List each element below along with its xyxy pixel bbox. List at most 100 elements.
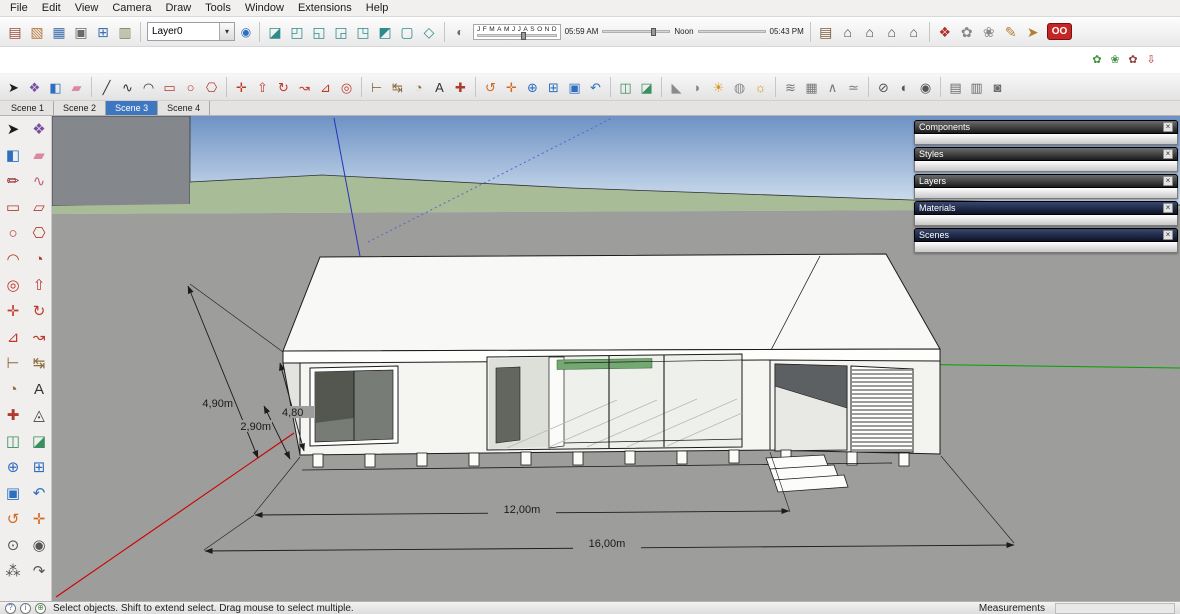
vegetation-1-icon[interactable]: ✿	[1088, 51, 1106, 69]
scale-icon[interactable]: ⊿	[315, 77, 336, 98]
date-slider[interactable]: JFMAMJJASOND	[473, 23, 561, 40]
push-pull-icon[interactable]: ⇧	[252, 77, 273, 98]
right-view-icon[interactable]: ◲	[330, 21, 352, 43]
make-component-icon[interactable]: ❖	[24, 77, 45, 98]
axes-icon[interactable]: ✚	[450, 77, 471, 98]
tray-body-scenes[interactable]	[914, 242, 1178, 253]
arc-icon[interactable]: ◠	[138, 77, 159, 98]
previous-icon[interactable]: ↶	[26, 480, 52, 506]
line-icon[interactable]: ╱	[96, 77, 117, 98]
eraser-icon[interactable]: ▰	[26, 142, 52, 168]
tray-header-scenes[interactable]: Scenes ×	[914, 228, 1178, 242]
model-viewport[interactable]: 4,90m 4,80 2,90m 12,00m 16,00m Component…	[52, 116, 1180, 601]
help-icon[interactable]: ?	[5, 602, 16, 614]
vegetation-3-icon[interactable]: ✿	[1124, 51, 1142, 69]
face-lens-icon[interactable]: ◗	[687, 77, 708, 98]
stamp-icon[interactable]: ≃	[843, 77, 864, 98]
close-icon[interactable]: ×	[1163, 203, 1173, 213]
time-slider-track-2[interactable]	[697, 30, 766, 33]
follow-me-icon[interactable]: ↝	[294, 77, 315, 98]
tape-measure-icon[interactable]: ⊢	[0, 350, 26, 376]
circle-icon[interactable]: ○	[0, 220, 26, 246]
menu-item-draw[interactable]: Draw	[158, 1, 198, 15]
rotate-icon[interactable]: ↻	[26, 298, 52, 324]
sun-icon[interactable]: ☀	[708, 77, 729, 98]
roof-face[interactable]	[282, 253, 941, 352]
menu-item-tools[interactable]: Tools	[198, 1, 238, 15]
left-view-icon[interactable]: ◩	[374, 21, 396, 43]
pie-icon[interactable]: ◔	[26, 246, 52, 272]
back-view-icon[interactable]: ◳	[352, 21, 374, 43]
dimension-icon[interactable]: ↹	[387, 77, 408, 98]
rectangle-icon[interactable]: ▭	[159, 77, 180, 98]
texture-toggle-icon[interactable]: ◉	[915, 77, 936, 98]
bottom-view-icon[interactable]: ▢	[396, 21, 418, 43]
close-icon[interactable]: ×	[1163, 122, 1173, 132]
select-icon[interactable]: ➤	[3, 77, 24, 98]
previous-icon[interactable]: ↶	[585, 77, 606, 98]
paste-icon[interactable]: ▥	[114, 21, 136, 43]
shaded-toggle-icon[interactable]: ◐	[894, 77, 915, 98]
save-icon[interactable]: ▦	[48, 21, 70, 43]
tray-body-materials[interactable]	[914, 215, 1178, 226]
front-view-icon[interactable]: ◱	[308, 21, 330, 43]
close-icon[interactable]: ×	[1163, 176, 1173, 186]
line-icon[interactable]: ✏	[0, 168, 26, 194]
position-camera-icon[interactable]: ⊙	[0, 532, 26, 558]
chevron-down-icon[interactable]: ▾	[219, 23, 234, 40]
component-house-2-icon[interactable]: ⌂	[859, 21, 881, 43]
section-plane-icon[interactable]: ◫	[0, 428, 26, 454]
smoove-icon[interactable]: ∧	[822, 77, 843, 98]
next-icon[interactable]: ↷	[26, 558, 52, 584]
open-icon[interactable]: ▧	[26, 21, 48, 43]
polygon-icon[interactable]: ⎔	[201, 77, 222, 98]
component-house-3-icon[interactable]: ⌂	[881, 21, 903, 43]
component-house-1-icon[interactable]: ⌂	[837, 21, 859, 43]
paint-bucket-icon[interactable]: ◧	[45, 77, 66, 98]
menu-item-file[interactable]: File	[3, 1, 35, 15]
eraser-icon[interactable]: ▰	[66, 77, 87, 98]
follow-me-icon[interactable]: ↝	[26, 324, 52, 350]
tray-body-layers[interactable]	[914, 188, 1178, 199]
menu-item-help[interactable]: Help	[359, 1, 396, 15]
instructor-icon[interactable]: ▤	[815, 21, 837, 43]
dimension-label-floor-height[interactable]: 2,90m	[240, 421, 271, 433]
tray-header-materials[interactable]: Materials ×	[914, 201, 1178, 215]
zoom-window-icon[interactable]: ⊞	[26, 454, 52, 480]
daylight-icon[interactable]: ☼	[750, 77, 771, 98]
rectangle-icon[interactable]: ▭	[0, 194, 26, 220]
plugin-people-icon[interactable]: ❖	[934, 21, 956, 43]
print-icon[interactable]: ▣	[70, 21, 92, 43]
zoom-extents-icon[interactable]: ▣	[0, 480, 26, 506]
section-cut-icon[interactable]: ◪	[636, 77, 657, 98]
tray-header-styles[interactable]: Styles ×	[914, 147, 1178, 161]
walk-icon[interactable]: ⁂	[0, 558, 26, 584]
scene-tab-scene-4[interactable]: Scene 4	[158, 101, 211, 115]
time-slider-thumb[interactable]	[650, 28, 656, 36]
plugin-flower-icon[interactable]: ✿	[956, 21, 978, 43]
credits-icon[interactable]: i	[20, 602, 31, 614]
protractor-icon[interactable]: ◔	[408, 77, 429, 98]
rotate-icon[interactable]: ↻	[273, 77, 294, 98]
axes-icon[interactable]: ✚	[0, 402, 26, 428]
zoom-extents-icon[interactable]: ▣	[564, 77, 585, 98]
scene-tab-scene-1[interactable]: Scene 1	[2, 101, 55, 115]
pan-icon[interactable]: ✛	[26, 506, 52, 532]
download-icon[interactable]: ⇩	[1142, 51, 1160, 69]
layer-manager-icon[interactable]: ◉	[237, 23, 255, 41]
dimension-label-wall-height[interactable]: 4,80	[282, 407, 303, 419]
zoom-icon[interactable]: ⊕	[522, 77, 543, 98]
offset-icon[interactable]: ◎	[336, 77, 357, 98]
offset-icon[interactable]: ◎	[0, 272, 26, 298]
tray-body-styles[interactable]	[914, 161, 1178, 172]
freehand-icon[interactable]: ∿	[117, 77, 138, 98]
copy-icon[interactable]: ⊞	[92, 21, 114, 43]
3d-text-icon[interactable]: ◬	[26, 402, 52, 428]
geolocate-icon[interactable]: ⊕	[35, 602, 46, 614]
arc-icon[interactable]: ◠	[0, 246, 26, 272]
zoom-icon[interactable]: ⊕	[0, 454, 26, 480]
circle-icon[interactable]: ○	[180, 77, 201, 98]
entity-info-icon[interactable]: ▤	[945, 77, 966, 98]
lock-icon[interactable]: ◙	[987, 77, 1008, 98]
sandbox-scratch-icon[interactable]: ▦	[801, 77, 822, 98]
